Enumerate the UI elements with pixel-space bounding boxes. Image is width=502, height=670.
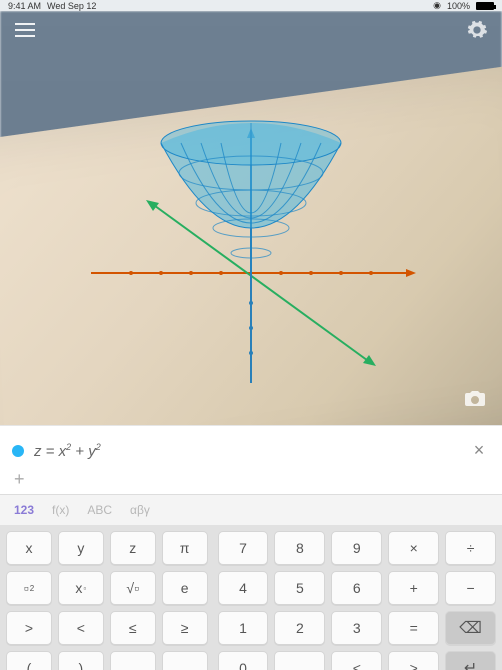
key-backspace[interactable]: ⌫ — [445, 611, 496, 645]
key-dot[interactable]: . — [274, 651, 325, 670]
key-4[interactable]: 4 — [218, 571, 269, 605]
key-5[interactable]: 5 — [274, 571, 325, 605]
wifi-icon: ◉ — [433, 0, 441, 11]
equation-input-area: z = x2 + y2 × + — [0, 425, 502, 494]
key-9[interactable]: 9 — [331, 531, 382, 565]
battery-percent: 100% — [447, 1, 470, 11]
battery-icon — [476, 2, 494, 10]
equation-text[interactable]: z = x2 + y2 — [34, 442, 467, 460]
equation-row[interactable]: z = x2 + y2 × — [12, 436, 490, 465]
status-date: Wed Sep 12 — [47, 1, 96, 11]
key-lt[interactable]: < — [58, 611, 104, 645]
keypad-right: 7 8 9 × ÷ 4 5 6 + − 1 2 3 = ⌫ 0 . < > ↵ — [218, 531, 496, 670]
ar-view[interactable] — [0, 11, 502, 425]
key-plus[interactable]: + — [388, 571, 439, 605]
status-time: 9:41 AM — [8, 1, 41, 11]
key-lparen[interactable]: ( — [6, 651, 52, 670]
key-2[interactable]: 2 — [274, 611, 325, 645]
close-icon[interactable]: × — [467, 436, 490, 465]
key-enter[interactable]: ↵ — [445, 651, 496, 670]
key-1[interactable]: 1 — [218, 611, 269, 645]
key-more[interactable]: … — [162, 651, 208, 670]
status-bar: 9:41 AM Wed Sep 12 ◉ 100% — [0, 0, 502, 11]
key-eq[interactable]: = — [388, 611, 439, 645]
key-minus[interactable]: − — [445, 571, 496, 605]
key-6[interactable]: 6 — [331, 571, 382, 605]
key-z[interactable]: z — [110, 531, 156, 565]
key-comma[interactable]: , — [110, 651, 156, 670]
key-8[interactable]: 8 — [274, 531, 325, 565]
settings-icon[interactable] — [464, 17, 490, 43]
key-left[interactable]: < — [331, 651, 382, 670]
key-sqrt[interactable]: √▫ — [110, 571, 156, 605]
key-rparen[interactable]: ) — [58, 651, 104, 670]
tab-fx[interactable]: f(x) — [52, 503, 69, 517]
tab-greek[interactable]: αβγ — [130, 503, 150, 517]
key-mul[interactable]: × — [388, 531, 439, 565]
keyboard-tabs: 123 f(x) ABC αβγ — [0, 494, 502, 525]
key-3[interactable]: 3 — [331, 611, 382, 645]
tab-abc[interactable]: ABC — [87, 503, 112, 517]
key-y[interactable]: y — [58, 531, 104, 565]
key-pi[interactable]: π — [162, 531, 208, 565]
visibility-dot[interactable] — [12, 445, 24, 457]
menu-icon[interactable] — [12, 17, 38, 43]
key-gt[interactable]: > — [6, 611, 52, 645]
key-square[interactable]: ▫2 — [6, 571, 52, 605]
key-power[interactable]: x▫ — [58, 571, 104, 605]
key-x[interactable]: x — [6, 531, 52, 565]
keypad-left: x y z π ▫2 x▫ √▫ e > < ≤ ≥ ( ) , … — [6, 531, 208, 670]
key-right[interactable]: > — [388, 651, 439, 670]
key-ge[interactable]: ≥ — [162, 611, 208, 645]
key-le[interactable]: ≤ — [110, 611, 156, 645]
key-7[interactable]: 7 — [218, 531, 269, 565]
camera-icon[interactable] — [462, 385, 488, 411]
math-keyboard: x y z π ▫2 x▫ √▫ e > < ≤ ≥ ( ) , … 7 8 9… — [0, 525, 502, 670]
axes-3d — [71, 103, 431, 383]
tab-123[interactable]: 123 — [14, 503, 34, 517]
key-0[interactable]: 0 — [218, 651, 269, 670]
add-equation-button[interactable]: + — [12, 465, 490, 492]
key-e[interactable]: e — [162, 571, 208, 605]
key-div[interactable]: ÷ — [445, 531, 496, 565]
